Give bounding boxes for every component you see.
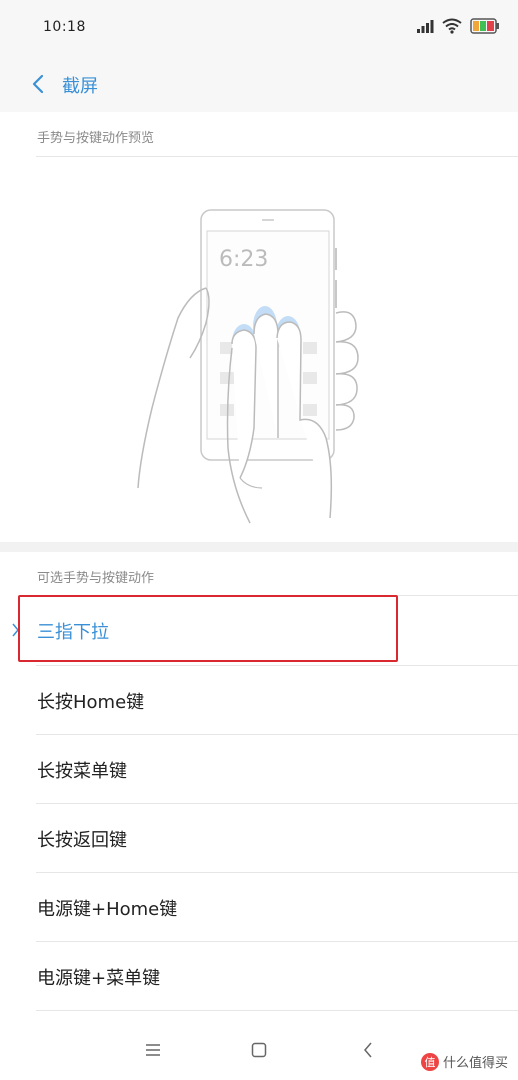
home-button[interactable]: [247, 1038, 271, 1062]
option-long-press-home[interactable]: 长按Home键: [0, 666, 518, 735]
option-power-menu[interactable]: 电源键+菜单键: [0, 942, 518, 1011]
status-icons: [416, 18, 500, 38]
menu-icon: [146, 1044, 160, 1056]
option-long-press-menu[interactable]: 长按菜单键: [0, 735, 518, 804]
back-button[interactable]: [24, 70, 52, 98]
divider: [36, 156, 518, 157]
battery-icon: [470, 18, 500, 38]
page-title: 截屏: [62, 76, 98, 97]
divider: [36, 1010, 518, 1011]
phone-clock: 6:23: [219, 247, 268, 272]
menu-button[interactable]: [141, 1038, 165, 1062]
watermark-text: 什么值得买: [442, 1056, 508, 1071]
option-power-home[interactable]: 电源键+Home键: [0, 873, 518, 942]
status-bar: 10:18: [0, 0, 518, 56]
option-label: 电源键+菜单键: [37, 968, 161, 989]
highlight-annotation-box: [18, 595, 398, 662]
section-separator: [0, 542, 518, 552]
status-time: 10:18: [43, 19, 86, 35]
back-icon: [364, 1042, 372, 1058]
title-bar: 截屏: [0, 56, 518, 112]
options-section-label: 可选手势与按键动作: [37, 571, 155, 586]
preview-section-label: 手势与按键动作预览: [37, 131, 155, 146]
signal-icon: [416, 19, 434, 38]
option-label: 长按菜单键: [37, 761, 127, 782]
watermark-badge: 值: [420, 1052, 439, 1071]
chevron-left-icon: [32, 74, 44, 94]
navigation-bar: [0, 1020, 518, 1080]
option-label: 长按返回键: [37, 830, 127, 851]
option-long-press-back[interactable]: 长按返回键: [0, 804, 518, 873]
home-icon: [251, 1042, 267, 1058]
option-label: 长按Home键: [37, 692, 145, 713]
option-label: 电源键+Home键: [37, 899, 178, 920]
gesture-preview-illustration: 6:23: [0, 158, 518, 542]
back-nav-button[interactable]: [356, 1038, 380, 1062]
watermark: 值 什么值得买: [420, 1052, 508, 1071]
wifi-icon: [442, 18, 462, 38]
